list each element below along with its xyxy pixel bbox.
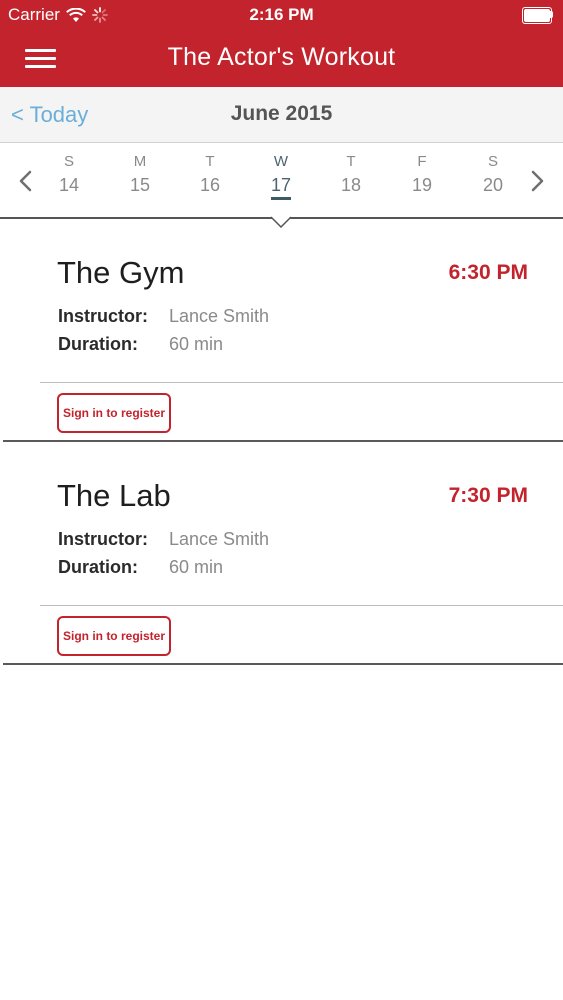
day-sat-20[interactable]: S 20 [468,153,518,196]
card-divider [40,382,563,383]
day-mon-15[interactable]: M 15 [115,153,165,196]
weekday-label: M [133,153,147,170]
day-fri-19[interactable]: F 19 [397,153,447,196]
instructor-value: Lance Smith [169,306,270,326]
weekday-label: T [346,153,356,170]
duration-value: 60 min [169,557,224,577]
sign-in-to-register-button[interactable]: Sign in to register [57,393,171,433]
day-sun-14[interactable]: S 14 [44,153,94,196]
weekday-label: S [487,153,498,170]
class-card: The Lab 7:30 PM Instructor: Lance Smith … [0,441,563,665]
date-label: 19 [411,175,433,195]
day-thu-18[interactable]: T 18 [326,153,376,196]
month-title: June 2015 [230,102,333,125]
date-label: 18 [340,175,362,195]
date-label: 14 [58,175,80,195]
instructor-label: Instructor: [58,529,148,549]
app-title: The Actor's Workout [167,43,396,71]
class-time: 6:30 PM [448,261,528,284]
class-time: 7:30 PM [448,484,528,507]
weekday-label: F [417,153,427,170]
date-label: 15 [129,175,151,195]
card-divider [40,605,563,606]
header: Carrier 2:16 PM The Actor's Workout [0,0,563,87]
instructor-label: Instructor: [58,306,148,326]
day-tue-16[interactable]: T 16 [185,153,235,196]
weekday-label: T [205,153,215,170]
battery-icon [522,7,553,24]
status-time: 2:16 PM [249,5,314,24]
date-label: 17 [270,175,292,200]
weekday-label: W [273,153,289,170]
nav-bar: The Actor's Workout [0,30,563,87]
date-label: 20 [482,175,504,195]
month-bar: < Today June 2015 [0,87,563,143]
chevron-left-icon[interactable] [16,169,36,193]
day-wed-17-selected[interactable]: W 17 [256,153,306,200]
week-strip: S 14 M 15 T 16 W 17 T 18 F 19 S 20 [0,143,563,219]
duration-label: Duration: [58,557,138,577]
class-title: The Gym [57,255,185,290]
weekday-label: S [63,153,74,170]
class-card: The Gym 6:30 PM Instructor: Lance Smith … [0,218,563,442]
date-label: 16 [199,175,221,195]
class-title: The Lab [57,478,171,513]
card-separator [3,663,563,665]
instructor-value: Lance Smith [169,529,270,549]
duration-value: 60 min [169,334,224,354]
chevron-right-icon[interactable] [527,169,547,193]
duration-label: Duration: [58,334,138,354]
sign-in-to-register-button[interactable]: Sign in to register [57,616,171,656]
status-bar: Carrier 2:16 PM [0,0,563,30]
